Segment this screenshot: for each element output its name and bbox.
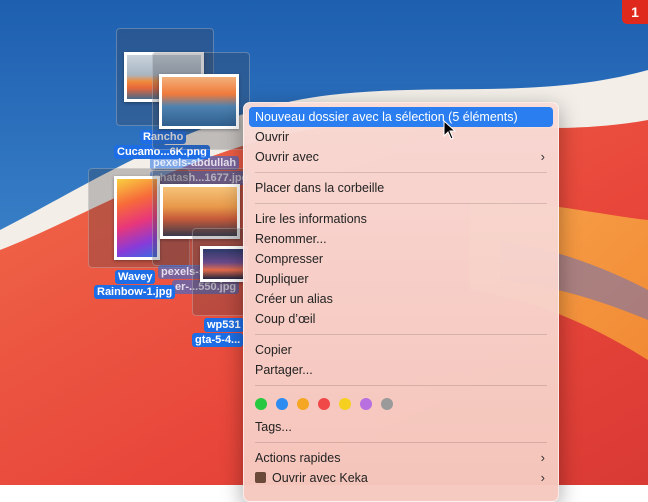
file-label-line1: wp531 xyxy=(204,318,244,332)
menu-item-label: Ouvrir avec xyxy=(255,150,319,164)
menu-separator xyxy=(255,442,547,443)
notification-count: 1 xyxy=(631,4,639,20)
tag-yellow-dot[interactable] xyxy=(339,398,351,410)
menu-item-label: Créer un alias xyxy=(255,292,333,306)
image-thumbnail xyxy=(159,74,239,129)
menu-item-label: Nouveau dossier avec la sélection (5 élé… xyxy=(255,110,518,124)
keka-app-icon xyxy=(255,472,266,483)
tag-color-row xyxy=(249,391,553,417)
menu-item-quick-actions[interactable]: Actions rapides › xyxy=(249,448,553,468)
chevron-right-icon: › xyxy=(540,149,545,164)
menu-item-copy[interactable]: Copier xyxy=(249,340,553,360)
menu-item-open[interactable]: Ouvrir xyxy=(249,127,553,147)
menu-item-get-info[interactable]: Lire les informations xyxy=(249,209,553,229)
chevron-right-icon: › xyxy=(540,470,545,485)
menu-item-label: Placer dans la corbeille xyxy=(255,181,385,195)
image-thumbnail xyxy=(200,246,248,282)
menu-item-label: Copier xyxy=(255,343,292,357)
menu-item-compress[interactable]: Compresser xyxy=(249,249,553,269)
menu-item-tags[interactable]: Tags... xyxy=(249,417,553,437)
menu-item-label: Coup d’œil xyxy=(255,312,316,326)
tag-red-dot[interactable] xyxy=(318,398,330,410)
chevron-right-icon: › xyxy=(540,450,545,465)
menu-item-open-with-keka[interactable]: Ouvrir avec Keka › xyxy=(249,468,553,488)
tag-green-dot[interactable] xyxy=(255,398,267,410)
tag-purple-dot[interactable] xyxy=(360,398,372,410)
menu-item-move-to-trash[interactable]: Placer dans la corbeille xyxy=(249,178,553,198)
menu-item-new-folder-with-selection[interactable]: Nouveau dossier avec la sélection (5 élé… xyxy=(249,107,553,127)
menu-item-rename[interactable]: Renommer... xyxy=(249,229,553,249)
file-label-line1: Wavey xyxy=(115,270,156,284)
menu-separator xyxy=(255,203,547,204)
mouse-pointer-icon xyxy=(443,120,457,140)
menu-item-label: Actions rapides xyxy=(255,451,341,465)
notification-badge[interactable]: 1 xyxy=(622,0,648,24)
tag-blue-dot[interactable] xyxy=(276,398,288,410)
menu-item-label: Lire les informations xyxy=(255,212,367,226)
desktop-file-pexels-abdullah[interactable]: pexels-abdullah ghatash...1677.jpg xyxy=(150,52,252,185)
menu-item-make-alias[interactable]: Créer un alias xyxy=(249,289,553,309)
tag-orange-dot[interactable] xyxy=(297,398,309,410)
menu-separator xyxy=(255,385,547,386)
menu-item-label: Compresser xyxy=(255,252,324,266)
menu-item-label: Partager... xyxy=(255,363,313,377)
file-label-line2: gta-5-4... xyxy=(192,333,244,347)
menu-item-label: Dupliquer xyxy=(255,272,309,286)
menu-separator xyxy=(255,172,547,173)
menu-item-duplicate[interactable]: Dupliquer xyxy=(249,269,553,289)
menu-item-label: Tags... xyxy=(255,420,292,434)
menu-item-share[interactable]: Partager... xyxy=(249,360,553,380)
menu-separator xyxy=(255,334,547,335)
menu-item-label: Ouvrir avec Keka xyxy=(272,471,368,485)
menu-item-quick-look[interactable]: Coup d’œil xyxy=(249,309,553,329)
menu-item-label: Ouvrir xyxy=(255,130,290,144)
tag-gray-dot[interactable] xyxy=(381,398,393,410)
menu-item-open-with[interactable]: Ouvrir avec › xyxy=(249,147,553,167)
context-menu: Nouveau dossier avec la sélection (5 élé… xyxy=(243,102,559,502)
menu-item-label: Renommer... xyxy=(255,232,327,246)
